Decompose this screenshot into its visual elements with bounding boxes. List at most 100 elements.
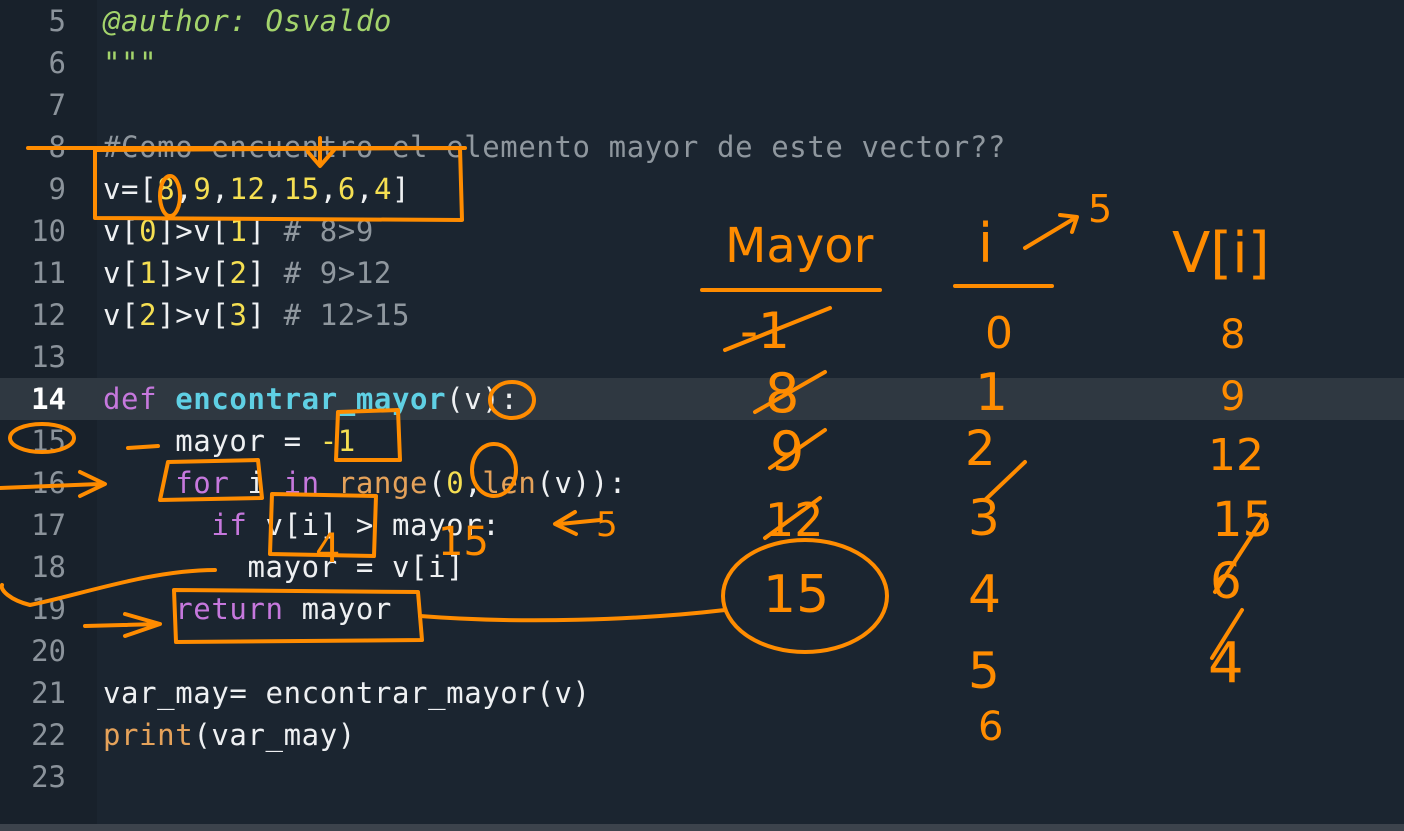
code-token: len [482,466,537,500]
code-token: def [103,382,176,416]
code-token: ]>v[ [157,256,230,290]
code-token: ]>v[ [157,214,230,248]
code-token: mayor [283,592,392,626]
code-token: return [175,592,284,626]
code-line[interactable]: 9 v=[8,9,12,15,6,4] [0,168,1404,210]
code-token: range [337,466,429,500]
code-token: (v)): [536,466,627,500]
code-token: i [229,466,284,500]
code-token: for [175,466,230,500]
code-line[interactable]: 14 def encontrar_mayor(v): [0,378,1404,420]
code-text[interactable]: var_may= encontrar_mayor(v) [103,676,591,710]
line-number: 15 [31,424,66,458]
line-number: 21 [31,676,66,710]
code-line[interactable]: 17 if v[i] > mayor: [0,504,1404,546]
line-number: 5 [48,4,66,38]
code-token: #Como encuentro el elemento mayor de est… [103,130,1006,164]
code-token: """ [103,46,158,80]
line-number: 9 [48,172,66,206]
code-line[interactable]: 8 #Como encuentro el elemento mayor de es… [0,126,1404,168]
code-editor[interactable]: 5 @author: Osvaldo 6 """ 7 8 #Como encuentro e… [0,0,1404,831]
code-text[interactable]: mayor = -1 [103,424,356,458]
code-line[interactable]: 23 [0,756,1404,798]
line-number: 22 [31,718,66,752]
line-number: 12 [31,298,66,332]
code-token: # 8>9 [283,214,374,248]
code-line[interactable]: 18 mayor = v[i] [0,546,1404,588]
code-token: v[ [103,256,140,290]
code-text[interactable]: for i in range(0,len(v)): [103,466,627,500]
code-token: , [319,172,338,206]
code-token: , [265,172,284,206]
line-number: 20 [31,634,66,668]
code-token: (v): [446,382,519,416]
status-bar [0,824,1404,831]
code-token: 0 [139,214,158,248]
line-number: 19 [31,592,66,626]
code-token: , [355,172,374,206]
code-token: 1 [139,256,158,290]
code-line[interactable]: 7 [0,84,1404,126]
code-token: ] [392,172,411,206]
code-token: 4 [373,172,392,206]
code-text[interactable]: #Como encuentro el elemento mayor de est… [103,130,1006,164]
code-token: encontrar_mayor [175,382,447,416]
line-number: 17 [31,508,66,542]
code-line[interactable]: 15 mayor = -1 [0,420,1404,462]
code-token: 6 [337,172,356,206]
line-number: 6 [48,46,66,80]
code-line[interactable]: 12 v[2]>v[3] # 12>15 [0,294,1404,336]
code-text[interactable]: @author: Osvaldo [103,4,392,38]
code-token: 8 [157,172,176,206]
code-token: 1 [229,214,248,248]
code-token: if [211,508,248,542]
code-text[interactable]: v[0]>v[1] # 8>9 [103,214,374,248]
code-text[interactable]: return mayor [103,592,392,626]
code-line[interactable]: 6 """ [0,42,1404,84]
code-line[interactable]: 21 var_may= encontrar_mayor(v) [0,672,1404,714]
code-token: @author: Osvaldo [103,4,392,38]
code-text[interactable]: mayor = v[i] [103,550,464,584]
code-line[interactable]: 5 @author: Osvaldo [0,0,1404,42]
code-token: mayor = v[i] [103,550,465,584]
code-line[interactable]: 13 [0,336,1404,378]
line-number: 11 [31,256,66,290]
code-token: v[i] > mayor: [247,508,501,542]
code-token: 9 [193,172,212,206]
code-line[interactable]: 19 return mayor [0,588,1404,630]
code-token: mayor = [103,424,320,458]
line-number: 16 [31,466,66,500]
line-number: 10 [31,214,66,248]
line-number: 7 [48,88,66,122]
code-token: , [464,466,483,500]
code-token: # 12>15 [283,298,411,332]
code-text[interactable]: if v[i] > mayor: [103,508,500,542]
code-text[interactable]: """ [103,46,157,80]
code-text[interactable]: v[2]>v[3] # 12>15 [103,298,410,332]
code-line[interactable]: 11 v[1]>v[2] # 9>12 [0,252,1404,294]
code-token: , [211,172,230,206]
code-line[interactable]: 22 print(var_may) [0,714,1404,756]
code-text[interactable]: print(var_may) [103,718,356,752]
code-text[interactable]: def encontrar_mayor(v): [103,382,518,416]
code-token: ] [247,298,284,332]
code-token: v[ [103,214,140,248]
code-text[interactable]: v=[8,9,12,15,6,4] [103,172,410,206]
code-text[interactable]: v[1]>v[2] # 9>12 [103,256,392,290]
code-token: ] [247,256,284,290]
code-token: 0 [446,466,465,500]
code-line[interactable]: 20 [0,630,1404,672]
code-token: 15 [283,172,320,206]
code-line[interactable]: 10 v[0]>v[1] # 8>9 [0,210,1404,252]
code-line[interactable]: 16 for i in range(0,len(v)): [0,462,1404,504]
code-token: 2 [139,298,158,332]
code-token: var_may= encontrar_mayor(v) [103,676,591,710]
code-token: v[ [103,298,140,332]
code-token: # 9>12 [283,256,392,290]
line-number: 14 [31,382,66,416]
code-token: print [103,718,194,752]
